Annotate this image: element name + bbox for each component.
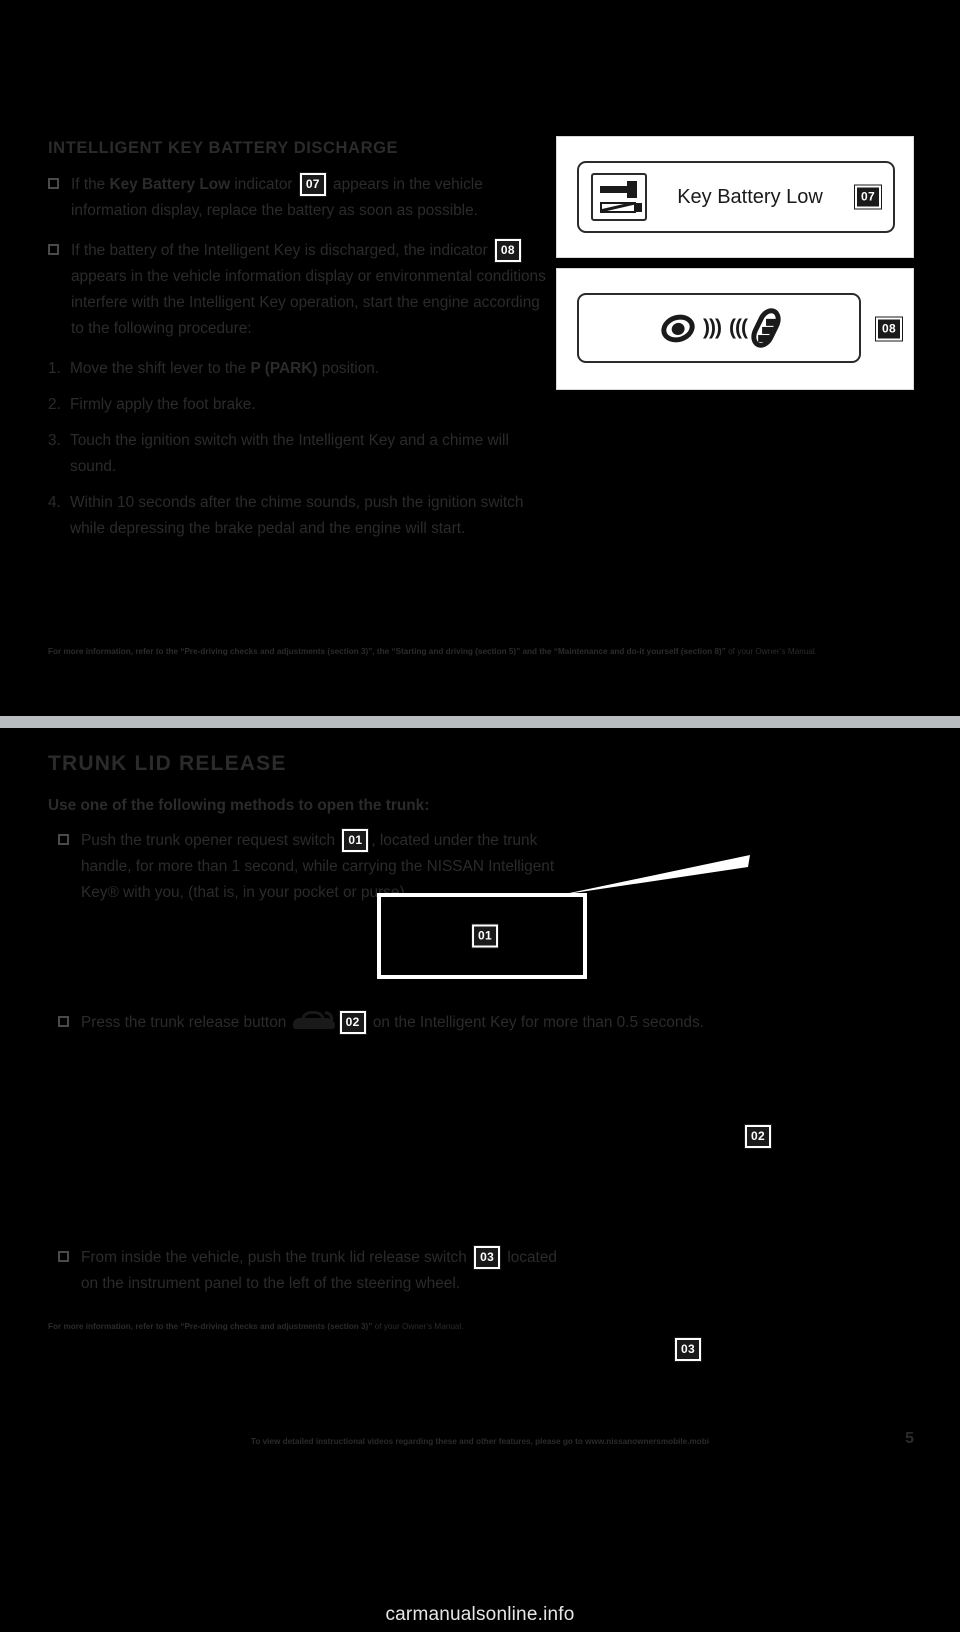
section2-title: TRUNK LID RELEASE	[48, 752, 287, 775]
illustration-intelligent-key-discharged: ))) ((( 08	[556, 268, 914, 390]
bottom-bar: carmanualsonline.info	[0, 1462, 960, 1632]
callout-tag-03: 03	[473, 1245, 502, 1270]
section2-footnote-bold: For more information, refer to the “Pre-…	[48, 1322, 375, 1331]
list-item: 4. Within 10 seconds after the chime sou…	[48, 490, 548, 542]
list-item: From inside the vehicle, push the trunk …	[58, 1245, 558, 1297]
section2-lead: Use one of the following methods to open…	[48, 797, 430, 814]
step-3-text: Touch the ignition switch with the Intel…	[70, 432, 509, 475]
callout-tag-03-floating: 03	[674, 1337, 702, 1362]
site-watermark: carmanualsonline.info	[385, 1604, 575, 1625]
section2-footnote: For more information, refer to the “Pre-…	[48, 1320, 913, 1333]
bullet-1-text: If the Key Battery Low indicator 07 appe…	[71, 172, 548, 224]
bullet-2-text: If the battery of the Intelligent Key is…	[71, 238, 548, 342]
trunk-bullet-3: From inside the vehicle, push the trunk …	[58, 1245, 558, 1311]
trunk-bullet-3-text: From inside the vehicle, push the trunk …	[81, 1245, 558, 1297]
trunk-bullet-2-pre: Press the trunk release button	[81, 1014, 291, 1031]
callout-tag-01: 01	[341, 828, 370, 853]
trunk-bullet-1-pre: Push the trunk opener request switch	[81, 832, 340, 849]
list-item: 3. Touch the ignition switch with the In…	[48, 428, 548, 480]
list-item: If the battery of the Intelligent Key is…	[48, 238, 548, 342]
trunk-bullet-2: Press the trunk release button HOLD 02 on…	[58, 1010, 828, 1050]
square-bullet-icon	[48, 244, 59, 255]
footer-note: To view detailed instructional videos re…	[250, 1437, 710, 1446]
list-item: If the Key Battery Low indicator 07 appe…	[48, 172, 548, 224]
callout-tag-08: 08	[493, 238, 522, 263]
trunk-bullet-3-pre: From inside the vehicle, push the trunk …	[81, 1249, 472, 1266]
bullet-2-pre: If the battery of the Intelligent Key is…	[71, 242, 492, 259]
section1-body: If the Key Battery Low indicator 07 appe…	[48, 172, 548, 552]
section1-title: INTELLIGENT KEY BATTERY DISCHARGE	[48, 139, 399, 157]
step-1-bold: P (PARK)	[250, 360, 318, 377]
bullet-1-bold: Key Battery Low	[109, 176, 231, 193]
list-item: Press the trunk release button HOLD 02 on…	[58, 1010, 828, 1036]
page-number: 5	[905, 1430, 914, 1447]
step-3-number: 3.	[48, 432, 61, 449]
callout-tag-01: 01	[471, 923, 499, 949]
trunk-opener-switch-photo: 01	[377, 893, 587, 979]
signal-waves-left-icon: (((	[729, 316, 748, 339]
square-bullet-icon	[58, 1251, 69, 1262]
bullet-1-mid: indicator	[230, 176, 297, 193]
section1-footnote-regular: of your Owner’s Manual.	[728, 647, 818, 656]
step-4-number: 4.	[48, 494, 61, 511]
trunk-hold-icon: HOLD	[292, 1010, 335, 1033]
callout-tag-02-floating: 02	[744, 1124, 772, 1149]
step-2-number: 2.	[48, 396, 61, 413]
callout-leader-line	[560, 855, 750, 895]
step-1-pre: Move the shift lever to the	[70, 360, 251, 377]
list-item: 1. Move the shift lever to the P (PARK) …	[48, 356, 548, 382]
step-4-text: Within 10 seconds after the chime sounds…	[70, 494, 524, 537]
section1-footnote: For more information, refer to the “Pre-…	[48, 645, 913, 658]
step-1-post: position.	[317, 360, 380, 377]
key-battery-low-icon	[591, 173, 647, 221]
procedure-list: 1. Move the shift lever to the P (PARK) …	[48, 356, 548, 542]
section-divider	[0, 716, 960, 728]
vehicle-information-display: Key Battery Low 07	[577, 161, 895, 233]
square-bullet-icon	[58, 1016, 69, 1027]
manual-page: INTELLIGENT KEY BATTERY DISCHARGE If the…	[0, 0, 960, 1632]
section1-footnote-bold: For more information, refer to the “Pre-…	[48, 647, 729, 656]
section-intelligent-key-battery-discharge: INTELLIGENT KEY BATTERY DISCHARGE If the…	[0, 0, 960, 715]
key-operation-diagram: ))) (((	[577, 293, 861, 363]
bullet-1-pre: If the	[71, 176, 110, 193]
step-1-number: 1.	[48, 360, 61, 377]
trunk-hold-label: HOLD	[294, 1024, 312, 1030]
signal-waves-right-icon: )))	[703, 316, 722, 339]
trunk-bullet-2-post: on the Intelligent Key for more than 0.5…	[368, 1014, 704, 1031]
trunk-bullet-2-text: Press the trunk release button HOLD 02 on…	[81, 1010, 704, 1036]
callout-tag-02: 02	[338, 1010, 367, 1035]
callout-tag-07: 07	[854, 184, 882, 210]
step-1-text: Move the shift lever to the P (PARK) pos…	[70, 356, 379, 382]
intelligent-key-fob-icon	[746, 304, 786, 352]
square-bullet-icon	[48, 178, 59, 189]
callout-tag-08: 08	[875, 316, 903, 342]
section2-footnote-regular: of your Owner’s Manual.	[374, 1322, 464, 1331]
bullet-2-post: appears in the vehicle information displ…	[71, 268, 546, 337]
list-item: 2. Firmly apply the foot brake.	[48, 392, 548, 418]
door-request-switch-icon	[657, 309, 699, 347]
illustration-key-battery-low: Key Battery Low 07	[556, 136, 914, 258]
step-2-text: Firmly apply the foot brake.	[70, 396, 256, 413]
square-bullet-icon	[58, 834, 69, 845]
callout-tag-07: 07	[298, 172, 327, 197]
